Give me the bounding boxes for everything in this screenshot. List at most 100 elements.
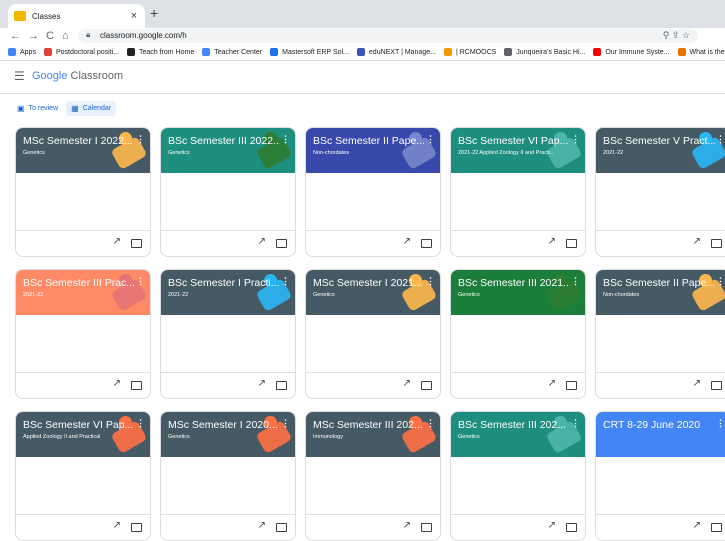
drive-folder-icon[interactable]	[421, 381, 432, 390]
class-title[interactable]: MSc Semester I 2022...	[23, 135, 135, 147]
tab-classes[interactable]: Classes ×	[8, 4, 145, 28]
class-card-banner[interactable]: BSc Semester I Practi... 2021-22 ⋮	[161, 270, 295, 315]
class-card[interactable]: MSc Semester I 2021... Genetics ⋮ ↗	[305, 269, 441, 399]
class-title[interactable]: BSc Semester II Pape...	[313, 135, 425, 147]
insights-trend-icon[interactable]: ↗	[548, 236, 556, 247]
class-card-banner[interactable]: CRT 8-29 June 2020 ⋮	[596, 412, 725, 457]
class-card-banner[interactable]: BSc Semester III 202... Genetics ⋮	[451, 412, 585, 457]
insights-trend-icon[interactable]: ↗	[113, 236, 121, 247]
class-card[interactable]: BSc Semester I Practi... 2021-22 ⋮ ↗	[160, 269, 296, 399]
class-title[interactable]: BSc Semester I Practi...	[168, 277, 280, 289]
class-card[interactable]: BSc Semester III 2022... Genetics ⋮ ↗	[160, 127, 296, 257]
class-card-banner[interactable]: BSc Semester III Prac... 2021-22 ⋮	[16, 270, 150, 315]
insights-trend-icon[interactable]: ↗	[258, 236, 266, 247]
more-options-icon[interactable]: ⋮	[571, 134, 580, 145]
insights-trend-icon[interactable]: ↗	[693, 378, 701, 389]
more-options-icon[interactable]: ⋮	[281, 418, 290, 429]
more-options-icon[interactable]: ⋮	[426, 134, 435, 145]
drive-folder-icon[interactable]	[131, 381, 142, 390]
to-review-button[interactable]: ▣ To review	[12, 101, 63, 116]
drive-folder-icon[interactable]	[566, 239, 577, 248]
more-options-icon[interactable]: ⋮	[136, 418, 145, 429]
address-bar[interactable]: 🔒︎ classroom.google.com/h ⚲ ⇪ ☆	[78, 29, 698, 43]
class-title[interactable]: BSc Semester III 202...	[458, 419, 570, 431]
drive-folder-icon[interactable]	[566, 523, 577, 532]
class-title[interactable]: MSc Semester III 202...	[313, 419, 425, 431]
class-card-banner[interactable]: BSc Semester II Pape... Non-chordates ⋮	[596, 270, 725, 315]
class-card[interactable]: MSc Semester I 2022... Genetics ⋮ ↗	[15, 127, 151, 257]
insights-trend-icon[interactable]: ↗	[403, 520, 411, 531]
class-card[interactable]: MSc Semester III 202... Immunology ⋮ ↗	[305, 411, 441, 541]
class-card[interactable]: BSc Semester II Pape... Non-chordates ⋮ ↗	[595, 269, 725, 399]
class-title[interactable]: BSc Semester II Pape...	[603, 277, 715, 289]
bookmark-item[interactable]: | RCMOOCS	[443, 48, 496, 56]
class-card-banner[interactable]: BSc Semester III 2021... Genetics ⋮	[451, 270, 585, 315]
bookmark-item[interactable]: What is the com	[677, 48, 725, 56]
class-card-banner[interactable]: MSc Semester I 2022... Genetics ⋮	[16, 128, 150, 173]
drive-folder-icon[interactable]	[276, 239, 287, 248]
class-card[interactable]: BSc Semester VI Pap... 2021-22 Applied Zo…	[450, 127, 586, 257]
class-title[interactable]: CRT 8-29 June 2020	[603, 419, 715, 431]
class-title[interactable]: BSc Semester VI Pap...	[458, 135, 570, 147]
class-title[interactable]: BSc Semester VI Pap...	[23, 419, 135, 431]
class-title[interactable]: MSc Semester I 2020...	[168, 419, 280, 431]
reload-icon[interactable]: C	[46, 28, 54, 44]
class-title[interactable]: BSc Semester III Prac...	[23, 277, 135, 289]
class-card[interactable]: BSc Semester II Pape... Non-chordates ⋮ ↗	[305, 127, 441, 257]
drive-folder-icon[interactable]	[276, 523, 287, 532]
class-card-banner[interactable]: BSc Semester III 2022... Genetics ⋮	[161, 128, 295, 173]
class-card[interactable]: BSc Semester III 2021... Genetics ⋮ ↗	[450, 269, 586, 399]
more-options-icon[interactable]: ⋮	[571, 276, 580, 287]
more-options-icon[interactable]: ⋮	[716, 276, 725, 287]
bookmark-item[interactable]: Junqueira's Basic Hi...	[504, 48, 585, 56]
tab-close-icon[interactable]: ×	[131, 10, 137, 22]
home-icon[interactable]: ⌂	[62, 28, 69, 44]
insights-trend-icon[interactable]: ↗	[403, 378, 411, 389]
more-options-icon[interactable]: ⋮	[136, 134, 145, 145]
drive-folder-icon[interactable]	[421, 239, 432, 248]
main-menu-icon[interactable]: ☰	[14, 69, 25, 83]
drive-folder-icon[interactable]	[131, 523, 142, 532]
insights-trend-icon[interactable]: ↗	[693, 520, 701, 531]
drive-folder-icon[interactable]	[421, 523, 432, 532]
insights-trend-icon[interactable]: ↗	[403, 236, 411, 247]
drive-folder-icon[interactable]	[276, 381, 287, 390]
class-card-banner[interactable]: MSc Semester I 2020... Genetics ⋮	[161, 412, 295, 457]
class-title[interactable]: MSc Semester I 2021...	[313, 277, 425, 289]
class-card[interactable]: BSc Semester III Prac... 2021-22 ⋮ ↗	[15, 269, 151, 399]
drive-folder-icon[interactable]	[711, 381, 722, 390]
more-options-icon[interactable]: ⋮	[426, 418, 435, 429]
insights-trend-icon[interactable]: ↗	[693, 236, 701, 247]
class-card-banner[interactable]: MSc Semester III 202... Immunology ⋮	[306, 412, 440, 457]
more-options-icon[interactable]: ⋮	[426, 276, 435, 287]
class-title[interactable]: BSc Semester III 2022...	[168, 135, 280, 147]
forward-icon[interactable]: →	[28, 28, 39, 44]
insights-trend-icon[interactable]: ↗	[113, 378, 121, 389]
insights-trend-icon[interactable]: ↗	[258, 520, 266, 531]
class-card-banner[interactable]: BSc Semester V Pract... 2021-22 ⋮	[596, 128, 725, 173]
class-card-banner[interactable]: BSc Semester II Pape... Non-chordates ⋮	[306, 128, 440, 173]
drive-folder-icon[interactable]	[566, 381, 577, 390]
more-options-icon[interactable]: ⋮	[281, 134, 290, 145]
new-tab-button[interactable]: +	[150, 5, 158, 21]
more-options-icon[interactable]: ⋮	[136, 276, 145, 287]
omnibox-icons[interactable]: ⚲ ⇪ ☆	[663, 30, 690, 41]
class-card[interactable]: BSc Semester V Pract... 2021-22 ⋮ ↗	[595, 127, 725, 257]
bookmark-item[interactable]: Mastersoft ERP Sol...	[270, 48, 349, 56]
drive-folder-icon[interactable]	[711, 239, 722, 248]
more-options-icon[interactable]: ⋮	[281, 276, 290, 287]
back-icon[interactable]: ←	[10, 28, 21, 44]
insights-trend-icon[interactable]: ↗	[258, 378, 266, 389]
bookmark-item[interactable]: eduNEXT | Manage...	[356, 48, 436, 56]
more-options-icon[interactable]: ⋮	[716, 134, 725, 145]
class-card-banner[interactable]: BSc Semester VI Pap... 2021-22 Applied Zo…	[451, 128, 585, 173]
insights-trend-icon[interactable]: ↗	[548, 520, 556, 531]
bookmark-item[interactable]: Teach from Home	[127, 48, 194, 56]
class-card-banner[interactable]: BSc Semester VI Pap... Applied Zoology II…	[16, 412, 150, 457]
class-card[interactable]: MSc Semester I 2020... Genetics ⋮ ↗	[160, 411, 296, 541]
drive-folder-icon[interactable]	[131, 239, 142, 248]
drive-folder-icon[interactable]	[711, 523, 722, 532]
class-card[interactable]: BSc Semester III 202... Genetics ⋮ ↗	[450, 411, 586, 541]
class-card[interactable]: BSc Semester VI Pap... Applied Zoology II…	[15, 411, 151, 541]
bookmark-item[interactable]: Teacher Center	[202, 48, 262, 56]
